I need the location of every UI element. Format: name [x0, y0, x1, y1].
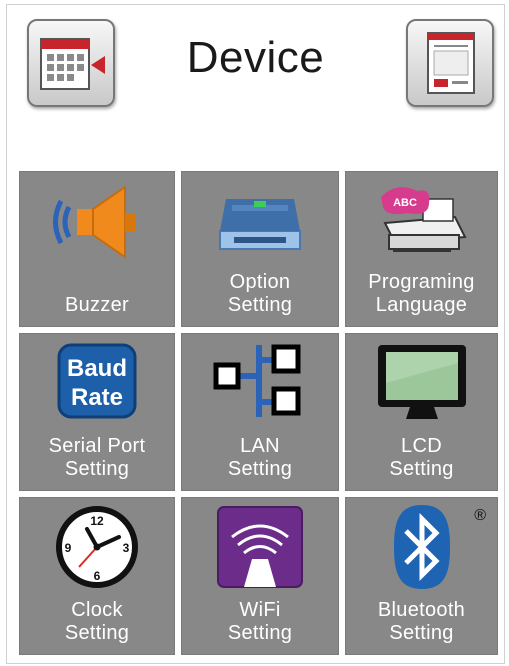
page-title: Device	[186, 33, 325, 82]
calendar-back-icon	[40, 38, 105, 90]
tile-label: WiFi Setting	[227, 599, 293, 644]
rate-text: Rate	[71, 384, 123, 411]
tile-label: Programing Language	[368, 271, 475, 316]
device-screen: Device Buzzer Option Setting ABC Program…	[6, 4, 505, 664]
settings-grid: Buzzer Option Setting ABC Programing Lan…	[19, 171, 498, 657]
monitor-icon	[377, 345, 466, 419]
header: Device	[7, 5, 504, 125]
tile-clock-setting[interactable]: 12 3 6 9 Clock Setting	[19, 497, 175, 655]
page-forward-icon	[427, 32, 475, 94]
clock-number: 3	[123, 541, 130, 555]
tile-label: Serial Port Setting	[48, 435, 146, 480]
option-device-icon	[219, 199, 301, 250]
wifi-icon	[217, 506, 303, 588]
svg-text:ABC: ABC	[393, 197, 417, 209]
tile-label: Option Setting	[227, 271, 293, 316]
registered-mark: ®	[474, 507, 486, 524]
clock-number: 9	[65, 541, 72, 555]
tile-option-setting[interactable]: Option Setting	[181, 171, 339, 327]
tile-buzzer[interactable]: Buzzer	[19, 171, 175, 327]
tile-label: Clock Setting	[64, 599, 130, 644]
buzzer-icon	[53, 185, 135, 259]
tile-wifi-setting[interactable]: WiFi Setting	[181, 497, 339, 655]
clock-number: 6	[94, 569, 101, 583]
network-icon	[213, 344, 301, 417]
clock-icon: 12 3 6 9	[56, 506, 138, 588]
back-button[interactable]	[27, 19, 115, 107]
printer-abc-icon: ABC	[380, 187, 467, 252]
tile-label: LCD Setting	[389, 435, 454, 480]
baud-rate-icon: Baud Rate	[57, 343, 137, 419]
tile-label: Buzzer	[64, 294, 130, 316]
baud-text: Baud	[67, 355, 127, 382]
tile-serial-port-setting[interactable]: Baud Rate Serial Port Setting	[19, 333, 175, 491]
forward-button[interactable]	[406, 19, 494, 107]
tile-bluetooth-setting[interactable]: ® Bluetooth Setting	[345, 497, 498, 655]
tile-lan-setting[interactable]: LAN Setting	[181, 333, 339, 491]
tile-label: Bluetooth Setting	[377, 599, 466, 644]
tile-programing-language[interactable]: ABC Programing Language	[345, 171, 498, 327]
tile-lcd-setting[interactable]: LCD Setting	[345, 333, 498, 491]
tile-label: LAN Setting	[227, 435, 293, 480]
bluetooth-icon	[393, 505, 450, 589]
clock-number: 12	[90, 514, 104, 528]
